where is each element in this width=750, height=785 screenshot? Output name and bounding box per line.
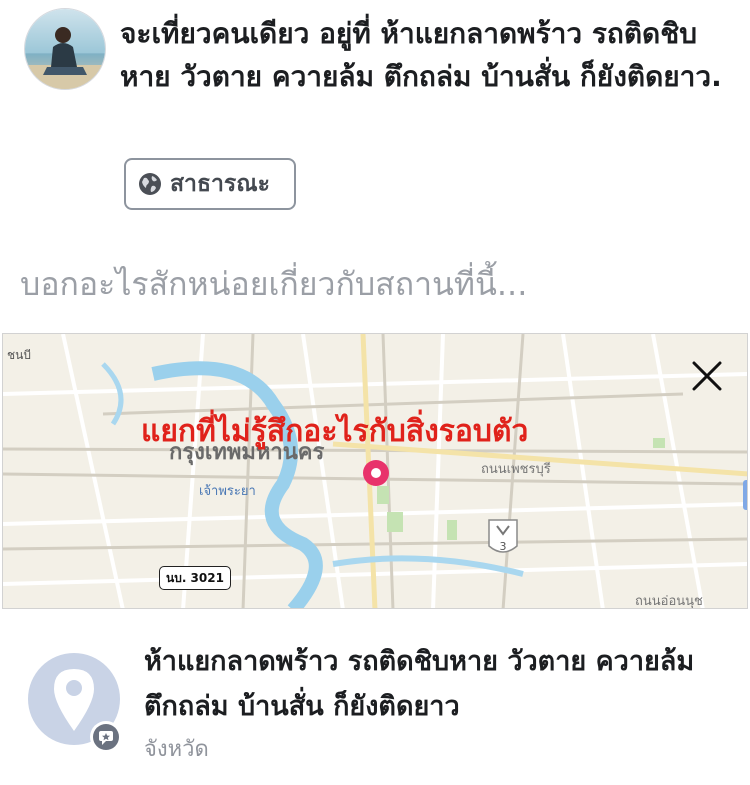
map-edge-label: ชนบี bbox=[7, 348, 31, 362]
road-label-onnut: ถนนอ่อนนุช bbox=[635, 594, 703, 609]
place-comment-input[interactable] bbox=[20, 256, 730, 312]
privacy-button[interactable]: สาธารณะ bbox=[124, 158, 296, 210]
road-label-petchaburi: ถนนเพชรบุรี bbox=[481, 462, 551, 477]
avatar[interactable] bbox=[24, 8, 106, 90]
map-pin-icon bbox=[361, 458, 391, 488]
shield-number: 3 bbox=[500, 540, 507, 553]
road-route-badge: นบ. 3021 bbox=[159, 566, 231, 590]
privacy-label: สาธารณะ bbox=[170, 171, 270, 197]
map-preview[interactable]: ชนบี ถนนเพชรบุรี ถนนอ่อนนุช กรุงเทพมหานค… bbox=[2, 333, 748, 609]
place-category: จังหวัด bbox=[144, 737, 209, 762]
map-overlay-text: แยกที่ไม่รู้สึกอะไรกับสิ่งรอบตัว bbox=[141, 414, 529, 449]
post-text: จะเที่ยวคนเดียว อยู่ที่ ห้าแยกลาดพร้าว ร… bbox=[120, 17, 722, 93]
place-card[interactable]: ห้าแยกลาดพร้าว รถติดชิบหาย วัวตาย ควายล้… bbox=[2, 609, 748, 785]
place-name: ห้าแยกลาดพร้าว รถติดชิบหาย วัวตาย ควายล้… bbox=[144, 646, 695, 722]
location-pin-icon bbox=[26, 651, 130, 755]
avatar-photo bbox=[25, 9, 105, 89]
star-badge-icon bbox=[90, 721, 122, 753]
close-icon[interactable] bbox=[689, 358, 725, 394]
highway-shield-icon: 3 bbox=[487, 518, 519, 558]
district-label: เจ้าพระยา bbox=[199, 484, 256, 499]
globe-icon bbox=[139, 173, 161, 195]
post-header: จะเที่ยวคนเดียว อยู่ที่ ห้าแยกลาดพร้าว ร… bbox=[0, 0, 750, 230]
